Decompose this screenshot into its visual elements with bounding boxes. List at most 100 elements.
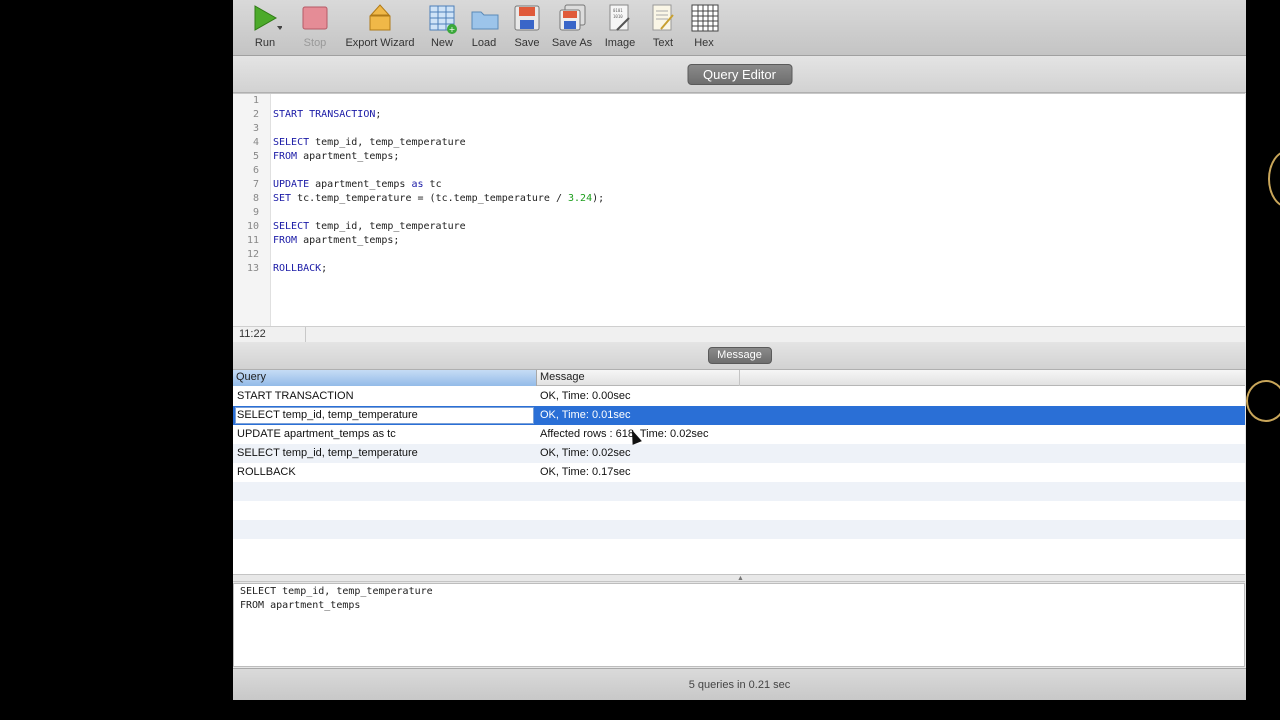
code-line[interactable]: 13 ROLLBACK; (233, 262, 1245, 276)
query-cell: UPDATE apartment_temps as tc (237, 428, 396, 440)
query-window: Run Stop Export Wizard + New Load Save S… (233, 0, 1246, 700)
message-tab[interactable]: Message (707, 347, 772, 364)
query-editor-bar: Query Editor (233, 56, 1246, 93)
code-text: START TRANSACTION; (273, 109, 382, 120)
status-divider (305, 327, 306, 342)
table-row[interactable] (233, 520, 1245, 539)
floppy-stack-icon (559, 4, 586, 32)
save-label: Save (514, 37, 540, 49)
code-text: SET tc.temp_temperature = (tc.temp_tempe… (273, 193, 605, 204)
background-arc (1246, 380, 1280, 422)
message-cell: Affected rows : 618, Time: 0.02sec (540, 428, 709, 440)
code-line[interactable]: 5 FROM apartment_temps; (233, 150, 1245, 164)
toolbar: Run Stop Export Wizard + New Load Save S… (233, 0, 1246, 56)
splitter-grip-icon: ▲ (737, 575, 744, 582)
message-cell: OK, Time: 0.02sec (540, 447, 631, 459)
table-row[interactable]: START TRANSACTION OK, Time: 0.00sec (233, 387, 1245, 406)
table-row[interactable]: SELECT temp_id, temp_temperature OK, Time… (233, 406, 1245, 425)
query-cell: SELECT temp_id, temp_temperature (237, 447, 418, 459)
stop-button[interactable]: Stop (301, 4, 329, 52)
code-line[interactable]: 2 START TRANSACTION; (233, 108, 1245, 122)
save-as-button[interactable]: Save As (551, 4, 593, 52)
pane-splitter[interactable]: ▲ (233, 574, 1245, 582)
code-line[interactable]: 7 UPDATE apartment_temps as tc (233, 178, 1245, 192)
code-line[interactable]: 1 (233, 94, 1245, 108)
message-cell: OK, Time: 0.17sec (540, 466, 631, 478)
table-row[interactable] (233, 482, 1245, 501)
svg-text:0101: 0101 (613, 8, 623, 13)
new-button[interactable]: + New (428, 4, 457, 52)
query-cell: SELECT temp_id, temp_temperature (237, 409, 418, 421)
play-icon (252, 4, 283, 32)
line-number: 5 (252, 151, 259, 162)
export-wizard-button[interactable]: Export Wizard (341, 4, 419, 52)
line-number: 1 (252, 95, 259, 106)
run-button[interactable]: Run (251, 4, 283, 52)
table-row[interactable] (233, 501, 1245, 520)
stop-icon (302, 4, 328, 32)
code-text: FROM apartment_temps; (273, 151, 400, 162)
code-line[interactable]: 4 SELECT temp_id, temp_temperature (233, 136, 1245, 150)
text-button[interactable]: Text (649, 4, 677, 52)
new-table-icon: + (429, 4, 457, 34)
sql-editor[interactable]: 1 2 START TRANSACTION; 3 4 SELECT temp_id, te… (233, 93, 1245, 326)
image-label: Image (604, 37, 636, 49)
column-header-query[interactable]: Query (233, 370, 537, 386)
column-header-message[interactable]: Message (537, 370, 740, 386)
line-number: 4 (252, 137, 259, 148)
code-line[interactable]: 12 (233, 248, 1245, 262)
text-label: Text (652, 37, 674, 49)
image-file-icon: 0101 1010 (607, 4, 633, 32)
line-number: 13 (246, 263, 259, 274)
svg-text:+: + (449, 25, 456, 34)
code-line[interactable]: 9 (233, 206, 1245, 220)
code-line[interactable]: 8 SET tc.temp_temperature = (tc.temp_temp… (233, 192, 1245, 206)
floppy-icon (514, 4, 540, 32)
save-button[interactable]: Save (513, 4, 541, 52)
hex-grid-icon (691, 4, 719, 32)
export-wizard-label: Export Wizard (345, 37, 415, 49)
hex-label: Hex (694, 37, 714, 49)
save-as-label: Save As (551, 37, 593, 49)
line-number: 2 (252, 109, 259, 120)
stop-label: Stop (303, 37, 327, 49)
query-editor-tab[interactable]: Query Editor (687, 64, 792, 85)
code-line[interactable]: 3 (233, 122, 1245, 136)
message-bar: Message (233, 342, 1246, 370)
message-cell: OK, Time: 0.01sec (540, 409, 631, 421)
message-table-header: Query Message (233, 370, 1245, 386)
hex-button[interactable]: Hex (690, 4, 719, 52)
query-cell: ROLLBACK (237, 466, 296, 478)
code-text: SELECT temp_id, temp_temperature (273, 221, 466, 232)
code-line[interactable]: 6 (233, 164, 1245, 178)
image-button[interactable]: 0101 1010 Image (604, 4, 636, 52)
query-cell: START TRANSACTION (237, 390, 354, 402)
line-number: 9 (252, 207, 259, 218)
run-label: Run (254, 37, 276, 49)
sql-preview: SELECT temp_id, temp_temperature FROM ap… (233, 583, 1245, 667)
new-label: New (430, 37, 453, 49)
message-table: Query Message START TRANSACTION OK, Time:… (233, 370, 1245, 574)
table-row[interactable]: SELECT temp_id, temp_temperature OK, Time… (233, 444, 1245, 463)
line-number: 10 (246, 221, 259, 232)
code-text: SELECT temp_id, temp_temperature (273, 137, 466, 148)
code-line[interactable]: 10 SELECT temp_id, temp_temperature (233, 220, 1245, 234)
line-number: 3 (252, 123, 259, 134)
cursor-position: 11:22 (239, 328, 266, 340)
table-row[interactable] (233, 539, 1245, 558)
line-number: 7 (252, 179, 259, 190)
folder-icon (471, 4, 499, 32)
table-row[interactable]: ROLLBACK OK, Time: 0.17sec (233, 463, 1245, 482)
line-number: 11 (246, 235, 259, 246)
line-number: 6 (252, 165, 259, 176)
code-line[interactable]: 11 FROM apartment_temps; (233, 234, 1245, 248)
line-number: 12 (246, 249, 259, 260)
line-number: 8 (252, 193, 259, 204)
code-text: ROLLBACK; (273, 263, 328, 274)
table-row[interactable]: UPDATE apartment_temps as tc Affected row… (233, 425, 1245, 444)
query-summary: 5 queries in 0.21 sec (233, 668, 1246, 700)
export-wizard-icon (367, 4, 393, 32)
editor-status-bar: 11:22 (233, 326, 1245, 342)
load-button[interactable]: Load (470, 4, 499, 52)
background-arc (1268, 150, 1280, 208)
